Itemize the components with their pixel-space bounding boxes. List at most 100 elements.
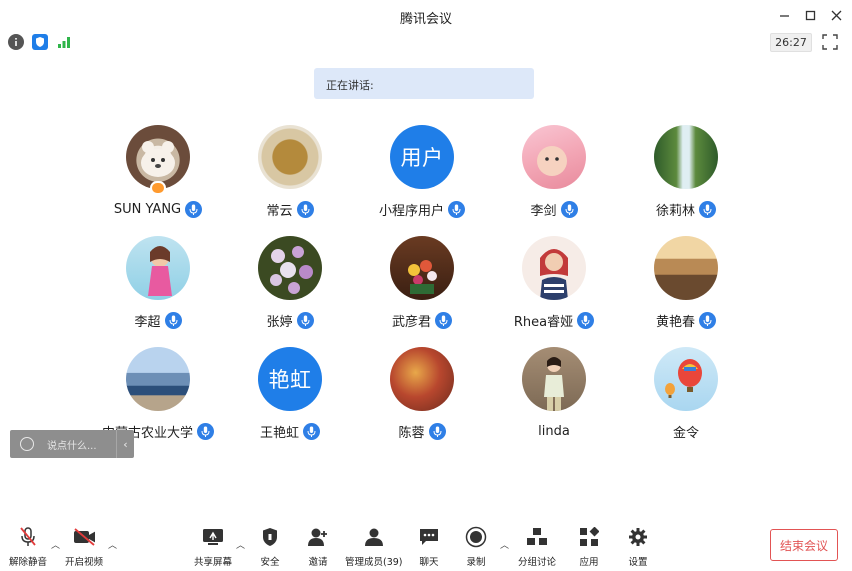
participant-name: 小程序用户 <box>378 203 444 219</box>
bottom-toolbar: 解除静音 ︿ 开启视频 ︿ 共享屏幕 ︿ 安全 邀请 管理成员(39) 聊天 录… <box>0 520 852 571</box>
maximize-icon <box>805 10 815 20</box>
security-label: 安全 <box>260 557 280 568</box>
add-user-icon <box>307 526 329 548</box>
minimize-icon <box>779 14 789 17</box>
settings-label: 设置 <box>628 557 648 568</box>
record-label: 录制 <box>466 557 486 568</box>
participant-name: 王艳虹 <box>259 425 299 441</box>
manage-members-label: 管理成员(39) <box>345 557 403 568</box>
muted-microphone-icon <box>17 526 39 548</box>
avatar <box>126 236 190 300</box>
apps-label: 应用 <box>579 557 599 568</box>
avatar: 艳虹 <box>258 347 322 411</box>
share-screen-button[interactable]: 共享屏幕 <box>194 526 232 568</box>
microphone-icon <box>296 200 314 218</box>
start-video-label: 开启视频 <box>65 557 104 568</box>
speaking-banner: 正在讲话: <box>314 68 534 99</box>
avatar <box>654 236 718 300</box>
emoji-icon[interactable] <box>20 437 34 451</box>
signal-icon[interactable] <box>56 34 72 50</box>
security-button[interactable]: 安全 <box>259 526 281 568</box>
microphone-icon <box>435 311 452 329</box>
info-bar: 26:27 <box>0 30 852 56</box>
audio-options-chevron-icon[interactable]: ︿ <box>51 538 60 551</box>
avatar <box>654 347 718 411</box>
breakout-rooms-icon <box>526 526 548 548</box>
host-badge-icon <box>150 181 166 195</box>
gear-icon <box>627 526 649 548</box>
invite-label: 邀请 <box>308 557 328 568</box>
invite-button[interactable]: 邀请 <box>307 526 329 568</box>
maximize-button[interactable] <box>799 5 821 25</box>
title-bar: 腾讯会议 <box>0 0 852 30</box>
apps-grid-icon <box>578 526 600 548</box>
microphone-icon <box>185 200 203 218</box>
fullscreen-icon[interactable] <box>822 34 838 50</box>
chat-label: 聊天 <box>419 557 439 568</box>
avatar <box>126 347 190 411</box>
chat-quick-input[interactable]: 说点什么... ‹ <box>10 430 134 458</box>
microphone-icon <box>428 422 446 440</box>
minimize-button[interactable] <box>773 5 795 25</box>
microphone-icon <box>164 311 182 329</box>
participant-name: 武彦君 <box>391 314 431 330</box>
collapse-arrow-icon[interactable]: ‹ <box>116 430 134 458</box>
participant-tile[interactable]: 金令 <box>620 347 752 457</box>
microphone-icon <box>560 200 578 218</box>
video-options-chevron-icon[interactable]: ︿ <box>108 538 117 551</box>
participant-name: linda <box>538 423 570 439</box>
microphone-icon <box>699 200 716 218</box>
members-icon <box>363 526 385 548</box>
share-screen-icon <box>202 526 224 548</box>
microphone-icon <box>577 311 595 329</box>
microphone-icon <box>296 311 314 329</box>
participant-grid: SUN YANG 常云 用户 小程序用户 李剑 徐莉林 李超 张婷 武彦君 Rh… <box>92 125 752 445</box>
meeting-timer: 26:27 <box>770 33 812 52</box>
avatar <box>390 236 454 300</box>
participant-name: 李超 <box>134 314 161 330</box>
record-button[interactable]: 录制 <box>465 526 487 568</box>
breakout-rooms-button[interactable]: 分组讨论 <box>518 526 556 568</box>
avatar: 用户 <box>390 125 454 189</box>
speaking-label: 正在讲话: <box>326 79 374 92</box>
participant-name: 徐莉林 <box>655 203 695 219</box>
breakout-rooms-label: 分组讨论 <box>518 557 557 568</box>
participant-tile[interactable]: 黄艳春 <box>620 236 752 346</box>
participant-name: 金令 <box>672 425 699 441</box>
chat-placeholder: 说点什么... <box>47 440 97 452</box>
participant-name: 陈蓉 <box>398 425 425 441</box>
unmute-button[interactable]: 解除静音 <box>9 526 47 568</box>
security-shield-icon <box>259 526 281 548</box>
participant-name: 张婷 <box>266 314 293 330</box>
share-options-chevron-icon[interactable]: ︿ <box>236 538 245 551</box>
participant-name: 黄艳春 <box>655 314 695 330</box>
record-options-chevron-icon[interactable]: ︿ <box>500 538 509 551</box>
settings-button[interactable]: 设置 <box>627 526 649 568</box>
shield-icon[interactable] <box>32 34 48 50</box>
microphone-icon <box>699 311 716 329</box>
video-off-icon <box>73 526 95 548</box>
end-meeting-button[interactable]: 结束会议 <box>770 529 838 561</box>
info-icon[interactable] <box>8 34 24 50</box>
participant-name: 李剑 <box>530 203 557 219</box>
apps-button[interactable]: 应用 <box>578 526 600 568</box>
manage-members-button[interactable]: 管理成员(39) <box>345 526 403 568</box>
participant-name: SUN YANG <box>113 201 182 217</box>
avatar <box>522 347 586 411</box>
avatar <box>654 125 718 189</box>
participant-name: 常云 <box>266 203 293 219</box>
unmute-label: 解除静音 <box>9 557 48 568</box>
chat-button[interactable]: 聊天 <box>418 526 440 568</box>
participant-tile[interactable]: 徐莉林 <box>620 125 752 235</box>
close-button[interactable] <box>825 5 847 25</box>
avatar <box>258 236 322 300</box>
participant-name: Rhea睿娅 <box>513 314 574 330</box>
share-screen-label: 共享屏幕 <box>194 557 233 568</box>
window-title: 腾讯会议 <box>399 12 452 27</box>
avatar <box>126 125 190 189</box>
start-video-button[interactable]: 开启视频 <box>65 526 103 568</box>
meeting-window: 腾讯会议 26:27 正在讲话: SUN YANG 常云 用户 小程序用户 李剑… <box>0 0 852 571</box>
avatar <box>522 236 586 300</box>
avatar <box>522 125 586 189</box>
record-icon <box>465 526 487 548</box>
